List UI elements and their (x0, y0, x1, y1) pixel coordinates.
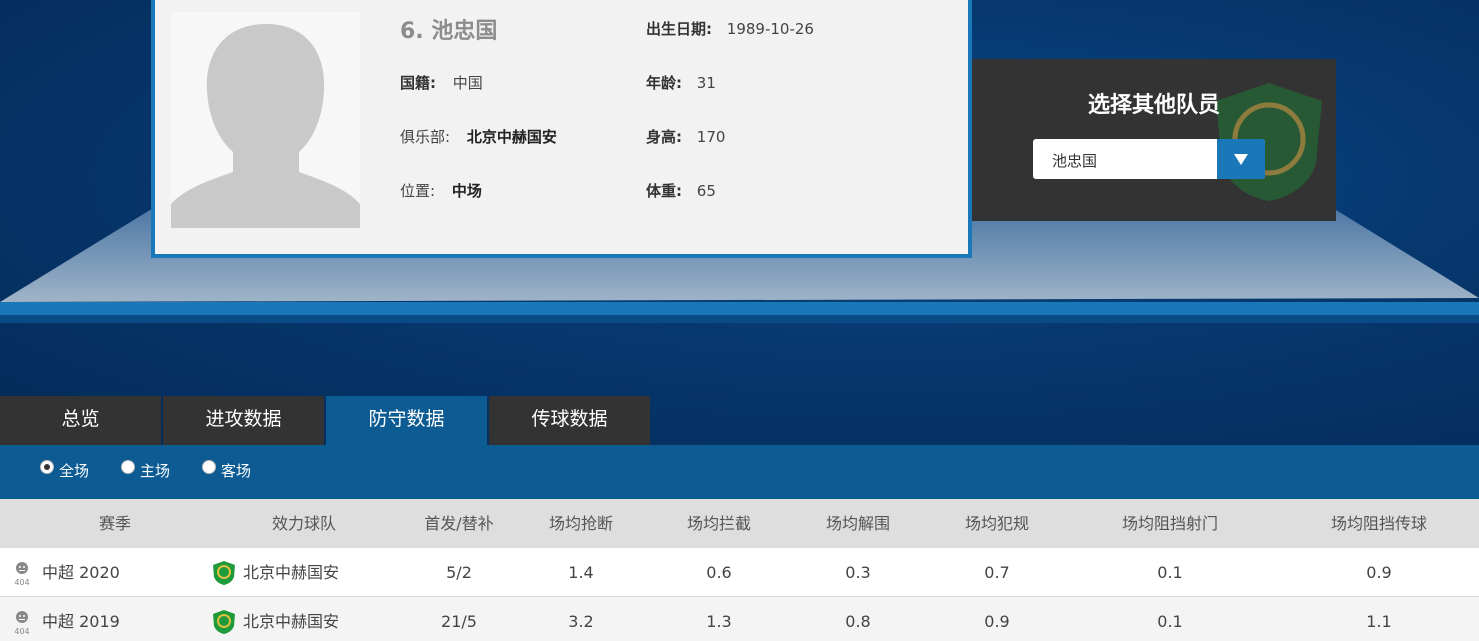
season-cell: 中超 2020 (42, 563, 120, 582)
col-season: 赛季 (98, 514, 131, 533)
tackles-cell: 3.2 (568, 612, 594, 631)
tab-attack[interactable]: 进攻数据 (163, 396, 324, 445)
col-team: 效力球队 (271, 514, 336, 533)
guoan-club-logo-icon (213, 610, 235, 634)
avatar-silhouette-icon (171, 12, 360, 228)
radio-all[interactable]: 全场 (40, 460, 89, 481)
radio-away-label: 客场 (221, 462, 252, 480)
svg-text:404: 404 (14, 578, 29, 587)
radio-all-dot[interactable] (40, 460, 54, 474)
position-row: 位置: 中场 (400, 180, 482, 201)
404-face-icon: 404 (14, 611, 30, 636)
team-cell[interactable]: 北京中赫国安 (243, 548, 339, 597)
player-name: 6. 池忠国 (400, 19, 498, 44)
blocked-shots-cell: 0.1 (1157, 563, 1183, 582)
player-dropdown-value: 池忠国 (1052, 152, 1098, 170)
weight-row: 体重: 65 (646, 180, 716, 201)
position-value: 中场 (451, 182, 482, 200)
interceptions-cell: 0.6 (706, 563, 732, 582)
radio-home[interactable]: 主场 (121, 460, 170, 481)
season-cell: 中超 2019 (42, 612, 120, 631)
club-row: 俱乐部: 北京中赫国安 (400, 126, 557, 147)
tackles-cell: 1.4 (568, 563, 594, 582)
table-row: 404 中超 2020 北京中赫国安 5/2 1.4 0.6 0.3 0.7 0… (0, 548, 1479, 597)
select-player-title: 选择其他队员 (1087, 93, 1220, 118)
radio-away-dot[interactable] (202, 460, 216, 474)
nationality-value: 中国 (452, 74, 483, 92)
col-interceptions: 场均拦截 (686, 514, 751, 533)
blocked-passes-cell: 1.1 (1366, 612, 1392, 631)
guoan-club-logo-icon (213, 561, 235, 585)
tab-overview[interactable]: 总览 (0, 396, 161, 445)
col-clearances: 场均解围 (825, 514, 890, 533)
club-value: 北京中赫国安 (466, 128, 557, 146)
height-row: 身高: 170 (646, 126, 725, 147)
interceptions-cell: 1.3 (706, 612, 732, 631)
radio-home-label: 主场 (140, 462, 171, 480)
defense-stats-table: 赛季 效力球队 首发/替补 场均抢断 场均拦截 场均解围 场均犯规 场均阻挡射门… (0, 499, 1479, 641)
blocked-shots-cell: 0.1 (1157, 612, 1183, 631)
table-row: 404 中超 2019 北京中赫国安 21/5 3.2 1.3 0.8 0.9 … (0, 597, 1479, 641)
club-label: 俱乐部: (400, 128, 451, 146)
starts-subs-cell: 21/5 (441, 612, 477, 631)
radio-all-label: 全场 (59, 462, 90, 480)
col-blocked-shots: 场均阻挡射门 (1121, 514, 1218, 533)
chevron-down-icon[interactable] (1217, 139, 1265, 179)
birth-label: 出生日期: (646, 20, 712, 38)
team-cell[interactable]: 北京中赫国安 (243, 597, 339, 641)
age-label: 年龄: (646, 74, 682, 92)
age-row: 年龄: 31 (646, 72, 716, 93)
col-tackles: 场均抢断 (548, 514, 613, 533)
height-label: 身高: (646, 128, 682, 146)
404-face-icon: 404 (14, 562, 30, 587)
tab-passing[interactable]: 传球数据 (489, 396, 650, 445)
col-blocked-passes: 场均阻挡传球 (1330, 514, 1427, 533)
fouls-cell: 0.9 (984, 612, 1010, 631)
age-value: 31 (696, 74, 716, 92)
height-value: 170 (696, 128, 726, 146)
starts-subs-cell: 5/2 (446, 563, 472, 582)
position-label: 位置: (400, 182, 436, 200)
birth-value: 1989-10-26 (726, 20, 814, 38)
nationality-label: 国籍: (400, 74, 436, 92)
table-header-row: 赛季 效力球队 首发/替补 场均抢断 场均拦截 场均解围 场均犯规 场均阻挡射门… (0, 499, 1479, 548)
svg-text:404: 404 (14, 627, 29, 636)
clearances-cell: 0.3 (845, 563, 871, 582)
stats-tabs: 总览 进攻数据 防守数据 传球数据 (0, 396, 652, 445)
weight-label: 体重: (646, 182, 682, 200)
birth-date-row: 出生日期: 1989-10-26 (646, 18, 814, 39)
nationality-row: 国籍: 中国 (400, 72, 483, 93)
weight-value: 65 (696, 182, 716, 200)
player-photo-placeholder (171, 12, 360, 228)
tab-defense[interactable]: 防守数据 (326, 396, 487, 445)
clearances-cell: 0.8 (845, 612, 871, 631)
player-card: 6. 池忠国 出生日期: 1989-10-26 国籍: 中国 年龄: 31 俱乐… (151, 0, 972, 258)
select-player-panel: 选择其他队员 池忠国 (972, 59, 1336, 221)
radio-home-dot[interactable] (121, 460, 135, 474)
venue-filter-bar: 全场 主场 客场 (0, 445, 1479, 499)
fouls-cell: 0.7 (984, 563, 1010, 582)
col-fouls: 场均犯规 (964, 514, 1029, 533)
radio-away[interactable]: 客场 (202, 460, 251, 481)
blocked-passes-cell: 0.9 (1366, 563, 1392, 582)
col-starts-subs: 首发/替补 (424, 514, 494, 533)
player-dropdown[interactable]: 池忠国 (1033, 139, 1265, 179)
